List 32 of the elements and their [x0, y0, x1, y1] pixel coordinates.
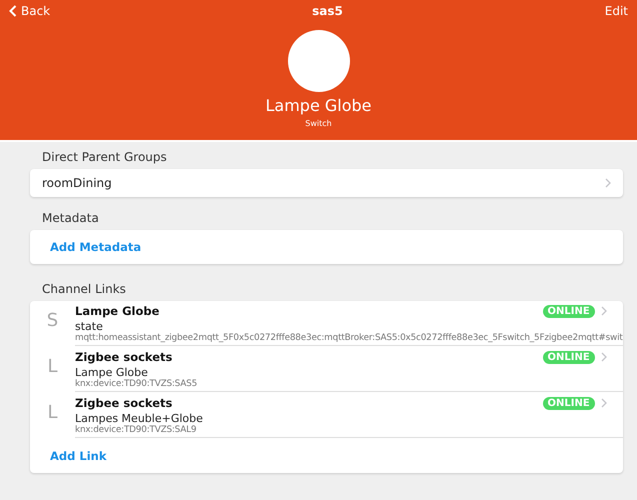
channel-subtitle: Lampe Globe	[75, 366, 149, 379]
channel-uid: mqtt:homeassistant_zigbee2mqtt_5F0x5c0272fffe88e3ec:mqttBroker:SAS5:0x5c0272fffe88e3ec_5Fswitch_5Fzigbee2mqtt#swit	[75, 333, 623, 343]
channel-title: Zigbee sockets	[75, 350, 172, 364]
item-name: Lampe Globe	[265, 96, 372, 115]
status-badge: ONLINE	[542, 396, 595, 410]
section-title: Metadata	[41, 210, 100, 227]
channel-link-item[interactable]: S Lampe Globe ONLINE state mqtt:homeassistant_zigbee2mqtt_5F0x5c0272fffe88e3ec:mqttBroker:SAS5:0x5c0272fffe88e3ec_5Fswitch_5Fzigbee2mqtt#swit	[30, 301, 623, 347]
channel-uid: knx:device:TD90:TVZS:SAL9	[75, 425, 198, 435]
channel-subtitle: Lampes Meuble+Globe	[75, 412, 204, 425]
section-title: Direct Parent Groups	[41, 149, 168, 166]
chevron-right-icon	[600, 352, 607, 362]
edit-button[interactable]: Edit	[604, 4, 628, 18]
channel-uid: knx:device:TD90:TVZS:SAS5	[75, 379, 198, 389]
status-badge: ONLINE	[542, 350, 595, 364]
page-title: sas5	[312, 4, 343, 18]
chevron-right-icon	[600, 398, 607, 408]
channel-subtitle: state	[75, 320, 104, 333]
status-badge: ONLINE	[542, 304, 595, 318]
chevron-right-icon	[600, 306, 607, 316]
channel-title: Zigbee sockets	[75, 396, 172, 410]
section-title: Channel Links	[41, 281, 127, 298]
group-item[interactable]: roomDining	[30, 169, 623, 197]
back-button[interactable]: Back	[9, 4, 50, 18]
channel-letter: L	[46, 355, 59, 379]
chevron-left-icon	[9, 5, 17, 17]
chevron-right-icon	[604, 178, 611, 188]
item-type: Switch	[305, 119, 332, 128]
channel-link-item[interactable]: L Zigbee sockets ONLINE Lampes Meuble+Globe knx:device:TD90:TVZS:SAL9	[30, 393, 623, 439]
channel-letter: L	[46, 401, 59, 425]
channel-link-item[interactable]: L Zigbee sockets ONLINE Lampe Globe knx:device:TD90:TVZS:SAS5	[30, 347, 623, 393]
channel-title: Lampe Globe	[75, 304, 160, 318]
channel-letter: S	[46, 309, 60, 333]
